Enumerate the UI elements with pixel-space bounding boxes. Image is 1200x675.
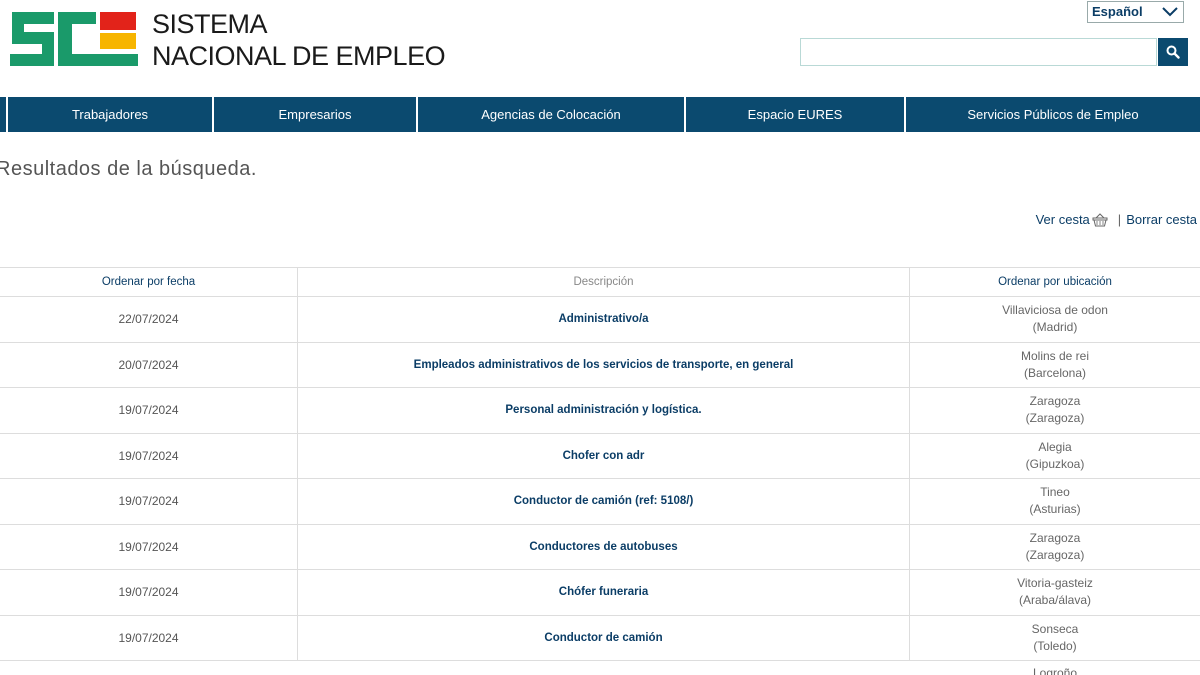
row-date: 19/07/2024: [0, 388, 298, 433]
row-location: Villaviciosa de odon (Madrid): [910, 297, 1200, 342]
row-city: Zaragoza: [1029, 530, 1081, 545]
row-description-link[interactable]: Administrativo/a: [298, 297, 910, 342]
row-city: Alegia: [1038, 439, 1072, 454]
row-province: (Toledo): [1033, 638, 1077, 653]
row-description-link[interactable]: Conductor de camión: [298, 615, 910, 660]
sne-logo[interactable]: [8, 10, 140, 70]
row-province: (Zaragoza): [1025, 411, 1085, 426]
row-location: Vitoria-gasteiz (Araba/álava): [910, 570, 1200, 615]
row-date: 19/07/2024: [0, 570, 298, 615]
nav-item-agencias[interactable]: Agencias de Colocación: [416, 97, 684, 132]
sort-by-date-link[interactable]: Ordenar por fecha: [0, 268, 298, 296]
row-description-link[interactable]: Chofer con adr: [298, 433, 910, 478]
row-province: (Madrid): [1032, 320, 1078, 335]
table-row: 19/07/2024 Personal administración y log…: [0, 388, 1200, 434]
chevron-down-icon: [1162, 7, 1178, 17]
nav-item-eures[interactable]: Espacio EURES: [684, 97, 904, 132]
table-row: 19/07/2024 Conductores de autobuses Zara…: [0, 524, 1200, 570]
table-row: 22/07/2024 Administrativo/a Villaviciosa…: [0, 297, 1200, 343]
nav-item-empresarios[interactable]: Empresarios: [212, 97, 416, 132]
brand-name: SISTEMA NACIONAL DE EMPLEO: [152, 8, 446, 72]
row-city: Molins de rei: [1020, 348, 1090, 363]
row-date: 19/07/2024: [0, 524, 298, 569]
table-row: 19/07/2024 Conductor de camión Sonseca (…: [0, 615, 1200, 661]
main-nav: Trabajadores Empresarios Agencias de Col…: [0, 97, 1200, 132]
row-province: (Zaragoza): [1025, 547, 1085, 562]
row-location: Sonseca (Toledo): [910, 616, 1200, 661]
search-input[interactable]: [800, 38, 1157, 66]
view-basket-link[interactable]: Ver cesta: [1036, 212, 1090, 227]
search-button[interactable]: [1158, 38, 1188, 66]
table-row: 19/07/2024 Chófer funeraria Vitoria-gast…: [0, 570, 1200, 616]
row-city: Villaviciosa de odon: [1002, 303, 1108, 318]
row-description-link[interactable]: Personal administración y logística.: [298, 388, 910, 433]
row-city: Zaragoza: [1029, 394, 1081, 409]
row-location: Molins de rei (Barcelona): [910, 343, 1200, 388]
basket-separator: |: [1117, 212, 1122, 227]
basket-links: Ver cesta | Borrar cesta: [1036, 212, 1197, 227]
row-province: (Asturias): [1029, 502, 1081, 517]
nav-item-trabajadores[interactable]: Trabajadores: [6, 97, 212, 132]
nav-item-servicios-publicos[interactable]: Servicios Públicos de Empleo: [904, 97, 1200, 132]
row-province: (Araba/álava): [1018, 593, 1092, 608]
row-description-link[interactable]: Conductor de camión (ref: 5108/): [298, 479, 910, 524]
row-province: (Barcelona): [1023, 365, 1087, 380]
row-date: 19/07/2024: [0, 479, 298, 524]
row-description-link[interactable]: Empleados administrativos de los servici…: [298, 342, 910, 387]
page-title: Resultados de la búsqueda.: [0, 158, 257, 180]
row-city: Logroño: [1032, 666, 1078, 675]
table-row: 19/07/2024 Chofer con adr Alegia (Gipuzk…: [0, 433, 1200, 479]
table-row: 20/07/2024 Empleados administrativos de …: [0, 342, 1200, 388]
basket-icon[interactable]: [1092, 212, 1108, 227]
row-location: Zaragoza (Zaragoza): [910, 525, 1200, 570]
language-value: Español: [1092, 4, 1143, 19]
row-date: 22/07/2024: [0, 297, 298, 342]
row-date: 20/07/2024: [0, 342, 298, 387]
search-icon: [1166, 45, 1180, 59]
row-location: Logroño: [910, 661, 1200, 675]
results-table: Ordenar por fecha Descripción Ordenar po…: [0, 267, 1200, 675]
row-city: Tineo: [1040, 485, 1070, 500]
description-header: Descripción: [298, 268, 910, 296]
row-province: (Gipuzkoa): [1025, 456, 1085, 471]
table-row: 19/07/2024 Conductor de camión (ref: 510…: [0, 479, 1200, 525]
row-location: Tineo (Asturias): [910, 479, 1200, 524]
sort-by-location-link[interactable]: Ordenar por ubicación: [910, 268, 1200, 296]
row-location: Alegia (Gipuzkoa): [910, 434, 1200, 479]
row-description-link[interactable]: Conductores de autobuses: [298, 524, 910, 569]
row-description-link[interactable]: Chófer funeraria: [298, 570, 910, 615]
row-city: Sonseca: [1031, 621, 1079, 636]
brand-line-1: SISTEMA: [152, 9, 268, 39]
table-row: Logroño: [0, 661, 1200, 675]
clear-basket-link[interactable]: Borrar cesta: [1126, 212, 1197, 227]
table-header: Ordenar por fecha Descripción Ordenar po…: [0, 268, 1200, 297]
row-location: Zaragoza (Zaragoza): [910, 388, 1200, 433]
language-select[interactable]: Español: [1087, 1, 1184, 23]
row-date: 19/07/2024: [0, 615, 298, 660]
row-city: Vitoria-gasteiz: [1017, 576, 1093, 591]
brand-line-2: NACIONAL DE EMPLEO: [152, 41, 446, 71]
row-date: 19/07/2024: [0, 433, 298, 478]
